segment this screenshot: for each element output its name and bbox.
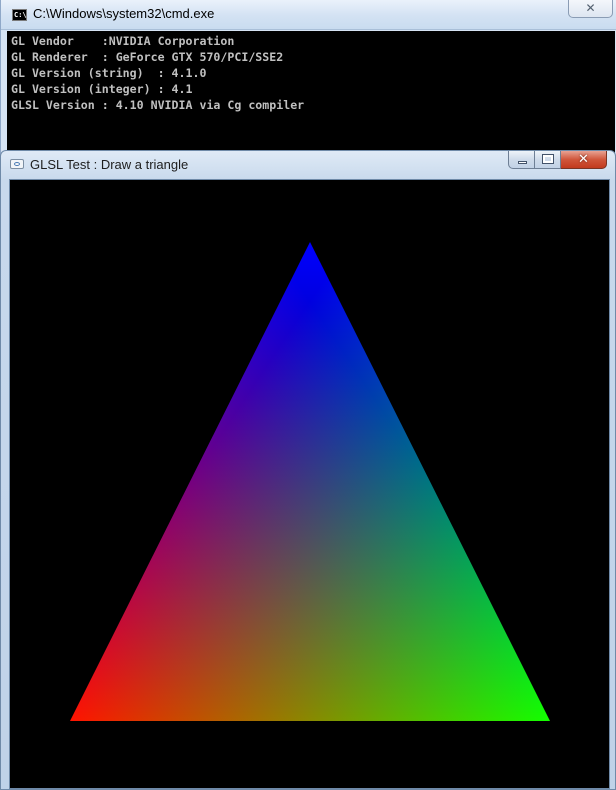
window-app-icon [10,159,24,169]
caption-buttons: ✕ [508,151,607,170]
maximize-button[interactable] [535,151,561,169]
triangle-color-layer [70,242,550,721]
render-canvas[interactable] [9,179,610,789]
maximize-icon [542,154,554,164]
console-icon: C:\ [12,9,27,21]
glsl-window: GLSL Test : Draw a triangle ✕ [0,150,616,790]
console-line: GL Renderer : GeForce GTX 570/PCI/SSE2 [11,50,284,64]
close-icon: ✕ [578,152,589,167]
close-button[interactable]: ✕ [561,151,607,169]
console-line: GL Vendor :NVIDIA Corporation [11,34,235,48]
console-line: GLSL Version : 4.10 NVIDIA via Cg compil… [11,98,305,112]
close-icon: ✕ [585,1,596,15]
glsl-title-bar[interactable]: GLSL Test : Draw a triangle ✕ [1,151,615,179]
console-line: GL Version (string) : 4.1.0 [11,66,207,80]
color-triangle [70,242,550,721]
console-line: GL Version (integer) : 4.1 [11,82,193,96]
console-text: GL Vendor :NVIDIA Corporation GL Renderer… [11,33,304,113]
cmd-window-title: C:\Windows\system32\cmd.exe [33,6,215,21]
cmd-title-bar[interactable]: C:\ C:\Windows\system32\cmd.exe ✕ [1,0,616,30]
minimize-icon [518,161,527,164]
cmd-close-button[interactable]: ✕ [568,0,613,18]
triangle-render [70,242,550,721]
minimize-button[interactable] [508,151,535,169]
glsl-window-title: GLSL Test : Draw a triangle [30,157,189,172]
